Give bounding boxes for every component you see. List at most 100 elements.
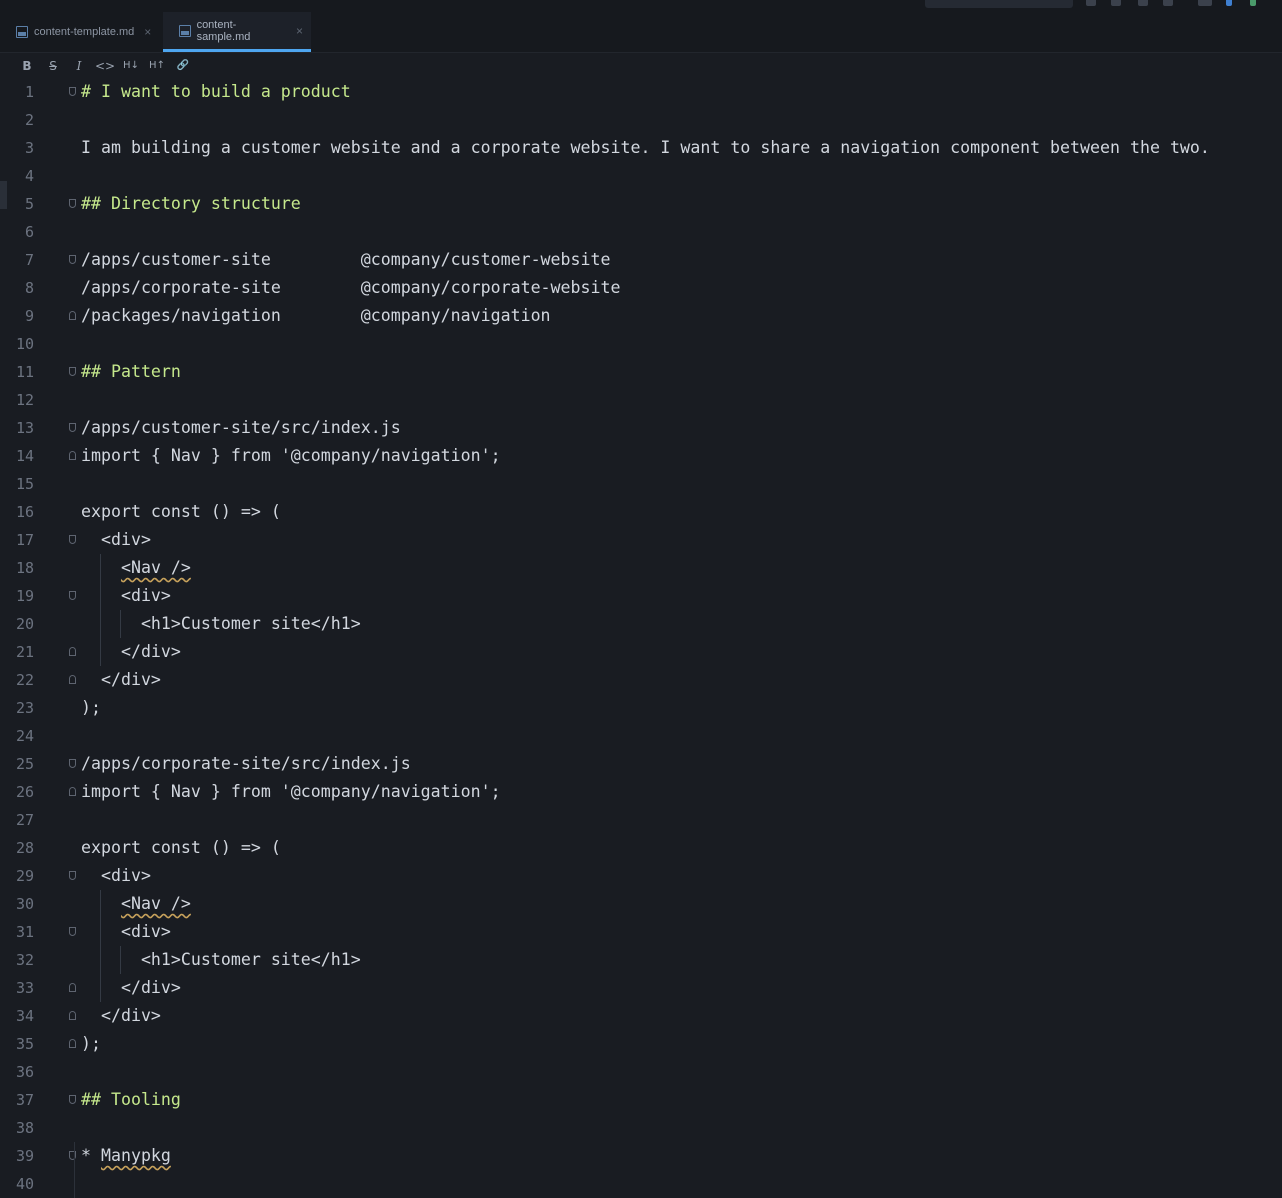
- code-line[interactable]: 20 <h1>Customer site</h1>: [0, 610, 1282, 638]
- spellcheck-word[interactable]: <Nav />: [121, 894, 191, 913]
- tab-content-template[interactable]: content-template.md ×: [0, 12, 162, 52]
- heading-increase-button[interactable]: H↑: [144, 60, 170, 71]
- fold-end-icon[interactable]: [69, 311, 76, 320]
- code-line[interactable]: 26 import { Nav } from '@company/navigati…: [0, 778, 1282, 806]
- fold-end-icon[interactable]: [69, 1039, 76, 1048]
- code-line[interactable]: 6: [0, 218, 1282, 246]
- fold-open-icon[interactable]: [69, 591, 76, 600]
- line-number: 25: [15, 755, 34, 773]
- code-line[interactable]: 14 import { Nav } from '@company/navigati…: [0, 442, 1282, 470]
- fold-end-icon[interactable]: [69, 675, 76, 684]
- line-number: 39: [15, 1147, 34, 1165]
- code-line[interactable]: 3 I am building a customer website and a …: [0, 134, 1282, 162]
- italic-button[interactable]: I: [66, 59, 92, 73]
- fold-end-icon[interactable]: [69, 787, 76, 796]
- indent-guide: [120, 610, 121, 638]
- code-line[interactable]: 32 <h1>Customer site</h1>: [0, 946, 1282, 974]
- code-line[interactable]: 1 # I want to build a product: [0, 78, 1282, 106]
- code-line[interactable]: 2: [0, 106, 1282, 134]
- code-line[interactable]: 33 </div>: [0, 974, 1282, 1002]
- code-line[interactable]: 39 * Manypkg: [0, 1142, 1282, 1170]
- code-line[interactable]: 10: [0, 330, 1282, 358]
- extensions-icon[interactable]: [1138, 0, 1148, 6]
- code-line[interactable]: 38: [0, 1114, 1282, 1142]
- code-line[interactable]: 40: [0, 1170, 1282, 1198]
- code-line[interactable]: 29 <div>: [0, 862, 1282, 890]
- code-line[interactable]: 21 </div>: [0, 638, 1282, 666]
- code-line[interactable]: 31 <div>: [0, 918, 1282, 946]
- fold-open-icon[interactable]: [69, 87, 76, 96]
- debug-icon[interactable]: [1111, 0, 1121, 6]
- line-number: 20: [15, 615, 34, 633]
- code-line[interactable]: 36: [0, 1058, 1282, 1086]
- notification-icon[interactable]: [1226, 0, 1232, 6]
- spellcheck-word[interactable]: Manypkg: [101, 1146, 171, 1165]
- code-line[interactable]: 27: [0, 806, 1282, 834]
- bold-button[interactable]: B: [14, 59, 40, 73]
- code-text: export const () => (: [81, 502, 281, 521]
- code-line[interactable]: 25/apps/corporate-site/src/index.js: [0, 750, 1282, 778]
- line-number: 37: [15, 1091, 34, 1109]
- code-line[interactable]: 28 export const () => (: [0, 834, 1282, 862]
- code-line[interactable]: 11 ## Pattern: [0, 358, 1282, 386]
- markdown-file-icon: [16, 26, 28, 38]
- code-line[interactable]: 17 <div>: [0, 526, 1282, 554]
- line-number: 1: [24, 83, 34, 101]
- code-text: * Manypkg: [81, 1142, 171, 1170]
- code-button[interactable]: <>: [92, 59, 118, 73]
- close-icon[interactable]: ×: [296, 24, 303, 38]
- code-line[interactable]: 37 ## Tooling: [0, 1086, 1282, 1114]
- code-line[interactable]: 5 ## Directory structure: [0, 190, 1282, 218]
- line-number: 22: [15, 671, 34, 689]
- close-icon[interactable]: ×: [144, 25, 151, 39]
- code-line[interactable]: 7/apps/customer-site @company/customer-w…: [0, 246, 1282, 274]
- fold-open-icon[interactable]: [69, 199, 76, 208]
- code-line[interactable]: 34 </div>: [0, 1002, 1282, 1030]
- fold-open-icon[interactable]: [69, 423, 76, 432]
- fold-end-icon[interactable]: [69, 1011, 76, 1020]
- code-line[interactable]: 8/apps/corporate-site @company/corporate…: [0, 274, 1282, 302]
- layout-icon[interactable]: [1163, 0, 1173, 6]
- fold-end-icon[interactable]: [69, 647, 76, 656]
- code-line[interactable]: 12: [0, 386, 1282, 414]
- fold-open-icon[interactable]: [69, 759, 76, 768]
- fold-open-icon[interactable]: [69, 535, 76, 544]
- spellcheck-word[interactable]: <Nav />: [121, 558, 191, 577]
- code-line[interactable]: 24: [0, 722, 1282, 750]
- fold-open-icon[interactable]: [69, 927, 76, 936]
- line-number: 9: [24, 307, 34, 325]
- fold-end-icon[interactable]: [69, 983, 76, 992]
- code-line[interactable]: 30 <Nav />: [0, 890, 1282, 918]
- line-number: 19: [15, 587, 34, 605]
- code-line[interactable]: 19 <div>: [0, 582, 1282, 610]
- code-line[interactable]: 13/apps/customer-site/src/index.js: [0, 414, 1282, 442]
- markdown-heading: # I want to build a product: [81, 82, 351, 101]
- sync-icon[interactable]: [1250, 0, 1256, 6]
- fold-open-icon[interactable]: [69, 255, 76, 264]
- code-editor[interactable]: 1 # I want to build a product 2 3 I am build…: [0, 78, 1282, 1198]
- code-line[interactable]: 23);: [0, 694, 1282, 722]
- fold-open-icon[interactable]: [69, 367, 76, 376]
- code-text: <Nav />: [81, 554, 191, 582]
- heading-decrease-button[interactable]: H↓: [118, 60, 144, 71]
- fold-end-icon[interactable]: [69, 451, 76, 460]
- code-line[interactable]: 9/packages/navigation @company/navigatio…: [0, 302, 1282, 330]
- tab-content-sample[interactable]: content-sample.md ×: [163, 12, 311, 52]
- code-line[interactable]: 16 export const () => (: [0, 498, 1282, 526]
- code-line[interactable]: 22 </div>: [0, 666, 1282, 694]
- code-line[interactable]: 4: [0, 162, 1282, 190]
- code-line[interactable]: 15: [0, 470, 1282, 498]
- line-number: 13: [15, 419, 34, 437]
- link-button[interactable]: 🔗: [170, 60, 196, 71]
- run-icon[interactable]: [1086, 0, 1096, 6]
- fold-open-icon[interactable]: [69, 871, 76, 880]
- strikethrough-button[interactable]: S: [40, 59, 66, 73]
- status-icon[interactable]: [1198, 0, 1212, 6]
- line-number: 10: [15, 335, 34, 353]
- line-number: 29: [15, 867, 34, 885]
- top-stub: [925, 0, 1073, 8]
- code-line[interactable]: 35);: [0, 1030, 1282, 1058]
- fold-open-icon[interactable]: [69, 1095, 76, 1104]
- code-line[interactable]: 18 <Nav />: [0, 554, 1282, 582]
- indent-guide: [120, 946, 121, 974]
